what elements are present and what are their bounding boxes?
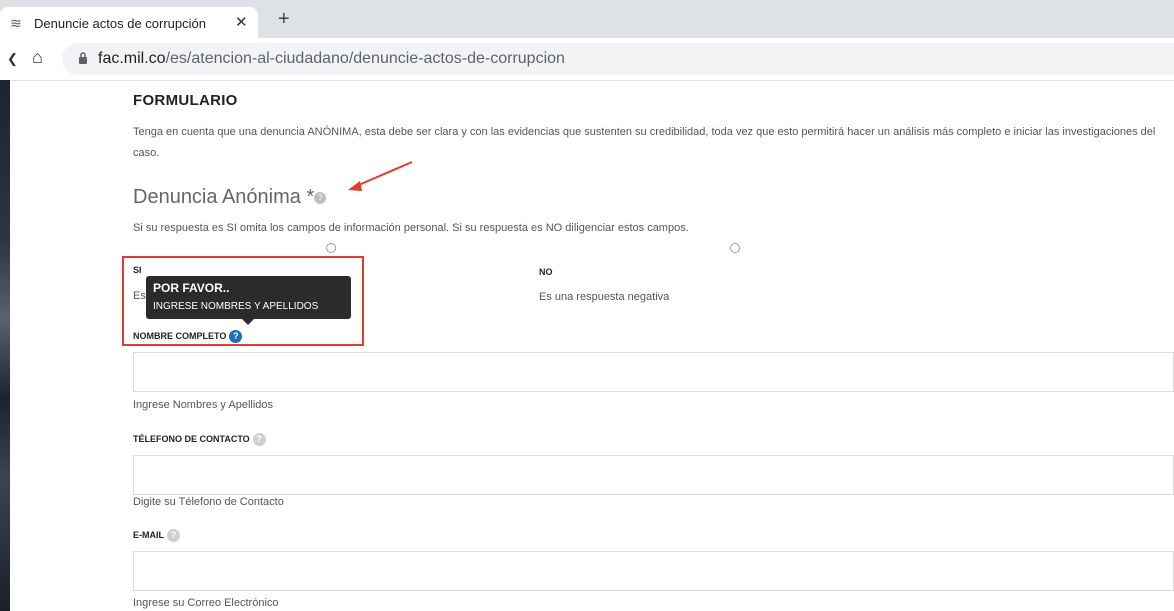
question-title-text: Denuncia Anónima * [133,186,315,208]
form-intro-text: Tenga en cuenta que una denuncia ANÓNIMA… [133,126,1156,159]
field-label-email-text: E-MAIL [133,529,164,540]
form-title: FORMULARIO [133,92,238,109]
annotation-highlight-box [122,256,364,346]
tab-title: Denuncie actos de corrupción [34,16,206,31]
question-description: Si su respuesta es SI omita los campos d… [133,222,689,234]
help-icon[interactable]: ? [252,433,266,446]
new-tab-button[interactable]: + [278,9,290,29]
lock-icon [79,52,87,64]
home-icon[interactable]: ⌂ [32,47,43,68]
address-bar[interactable]: fac.mil.co/es/atencion-al-ciudadano/denu… [62,43,1174,75]
radio-no[interactable] [730,243,740,253]
annotation-arrow-icon [348,161,413,191]
help-icon[interactable]: ? [167,529,180,542]
site-favicon-icon: ≋ [10,15,22,31]
field-label-email: E-MAIL? [133,529,180,542]
url-text: fac.mil.co/es/atencion-al-ciudadano/denu… [98,50,565,68]
option-no-label: NO [539,267,553,277]
url-domain: fac.mil.co [98,50,166,67]
email-help-text: Ingrese su Correo Electrónico [133,597,279,609]
page-side-banner [0,80,10,611]
field-label-telefono: TÉLEFONO DE CONTACTO? [133,433,266,446]
close-tab-icon[interactable]: ✕ [235,13,248,31]
tab-bar: ≋ Denuncie actos de corrupción ✕ + [0,0,1174,38]
nombre-help-text: Ingrese Nombres y Apellidos [133,399,274,411]
nombre-input[interactable] [133,352,1174,392]
url-path: /es/atencion-al-ciudadano/denuncie-actos… [165,50,565,67]
help-icon[interactable]: ? [314,191,327,204]
telefono-help-text: Digite su Télefono de Contacto [133,496,284,508]
browser-toolbar: ❮ ⌂ fac.mil.co/es/atencion-al-ciudadano/… [0,38,1174,81]
option-no-description: Es una respuesta negativa [539,291,670,303]
radio-si[interactable] [326,243,336,253]
back-icon[interactable]: ❮ [7,51,18,67]
telefono-input[interactable] [133,455,1174,495]
browser-tab[interactable]: ≋ Denuncie actos de corrupción ✕ [0,7,258,38]
email-input[interactable] [133,551,1174,591]
question-anonymous-title: Denuncia Anónima *? [133,186,327,209]
field-label-telefono-text: TÉLEFONO DE CONTACTO [133,433,250,444]
